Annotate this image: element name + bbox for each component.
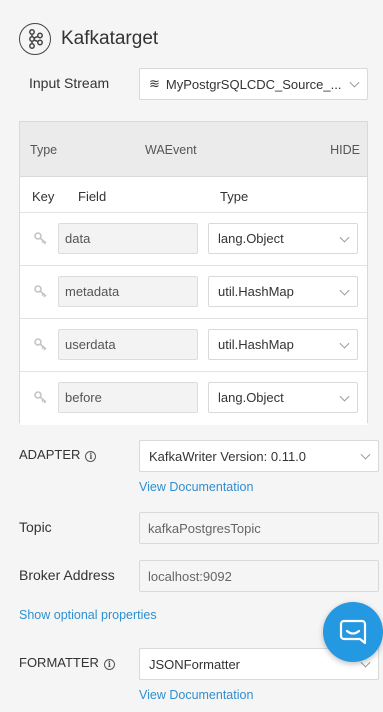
field-type-select[interactable]: lang.Object [208, 382, 358, 413]
adapter-value: KafkaWriter Version: 0.11.0 [149, 448, 307, 464]
field-type-value: lang.Object [218, 390, 284, 405]
kafka-nodes-icon [19, 23, 51, 55]
field-type-select[interactable]: lang.Object [208, 223, 358, 254]
input-stream-select[interactable]: ≋ MyPostgrSQLCDC_Source_... [139, 68, 368, 100]
field-row: data lang.Object [20, 213, 367, 266]
stream-icon: ≋ [149, 76, 160, 91]
topic-label: Topic [19, 519, 52, 535]
key-column-header: Key [32, 189, 55, 204]
field-type-select[interactable]: util.HashMap [208, 276, 358, 307]
field-type-value: util.HashMap [218, 337, 294, 352]
field-row: metadata util.HashMap [20, 266, 367, 319]
field-name-input[interactable]: metadata [58, 276, 198, 307]
type-label: Type [30, 143, 58, 157]
field-row: userdata util.HashMap [20, 319, 367, 372]
input-stream-label: Input Stream [29, 75, 110, 91]
adapter-label: ADAPTER i [19, 447, 97, 462]
hide-button[interactable]: HIDE [330, 143, 360, 157]
chevron-down-icon [339, 232, 350, 243]
chevron-down-icon [339, 391, 350, 402]
type-column-header: Type [220, 189, 249, 204]
chat-launcher-button[interactable] [323, 602, 383, 662]
type-panel-header: Type WAEvent HIDE [20, 122, 367, 177]
field-name-input[interactable]: data [58, 223, 198, 254]
info-icon[interactable]: i [85, 451, 97, 462]
adapter-view-documentation-link[interactable]: View Documentation [139, 480, 253, 494]
field-type-value: util.HashMap [218, 284, 294, 299]
broker-address-input[interactable]: localhost:9092 [139, 560, 379, 592]
adapter-label-text: ADAPTER [19, 447, 81, 462]
field-column-header: Field [78, 189, 107, 204]
type-value: WAEvent [145, 143, 197, 157]
field-name-input[interactable]: before [58, 382, 198, 413]
chevron-down-icon [339, 338, 350, 349]
key-icon[interactable] [33, 284, 49, 298]
field-type-value: lang.Object [218, 231, 284, 246]
type-panel: Type WAEvent HIDE Key Field Type data la… [19, 121, 368, 425]
chevron-down-icon [360, 449, 371, 460]
formatter-view-documentation-link[interactable]: View Documentation [139, 688, 253, 702]
info-icon[interactable]: i [103, 659, 115, 670]
key-icon[interactable] [33, 231, 49, 245]
chevron-down-icon [349, 77, 360, 88]
key-icon[interactable] [33, 390, 49, 404]
topic-input[interactable]: kafkaPostgresTopic [139, 512, 379, 544]
key-icon[interactable] [33, 337, 49, 351]
formatter-label-text: FORMATTER [19, 655, 99, 670]
broker-address-label: Broker Address [19, 567, 115, 583]
component-title: Kafkatarget [61, 28, 159, 49]
fields-header: Key Field Type [20, 177, 367, 213]
field-row: before lang.Object [20, 372, 367, 425]
field-type-select[interactable]: util.HashMap [208, 329, 358, 360]
input-stream-value: MyPostgrSQLCDC_Source_... [165, 76, 342, 92]
formatter-label: FORMATTER i [19, 655, 115, 670]
adapter-select[interactable]: KafkaWriter Version: 0.11.0 [139, 440, 379, 472]
show-optional-properties-link[interactable]: Show optional properties [19, 608, 157, 622]
chevron-down-icon [339, 285, 350, 296]
field-name-input[interactable]: userdata [58, 329, 198, 360]
formatter-value: JSONFormatter [149, 656, 241, 672]
chat-icon [339, 619, 367, 645]
